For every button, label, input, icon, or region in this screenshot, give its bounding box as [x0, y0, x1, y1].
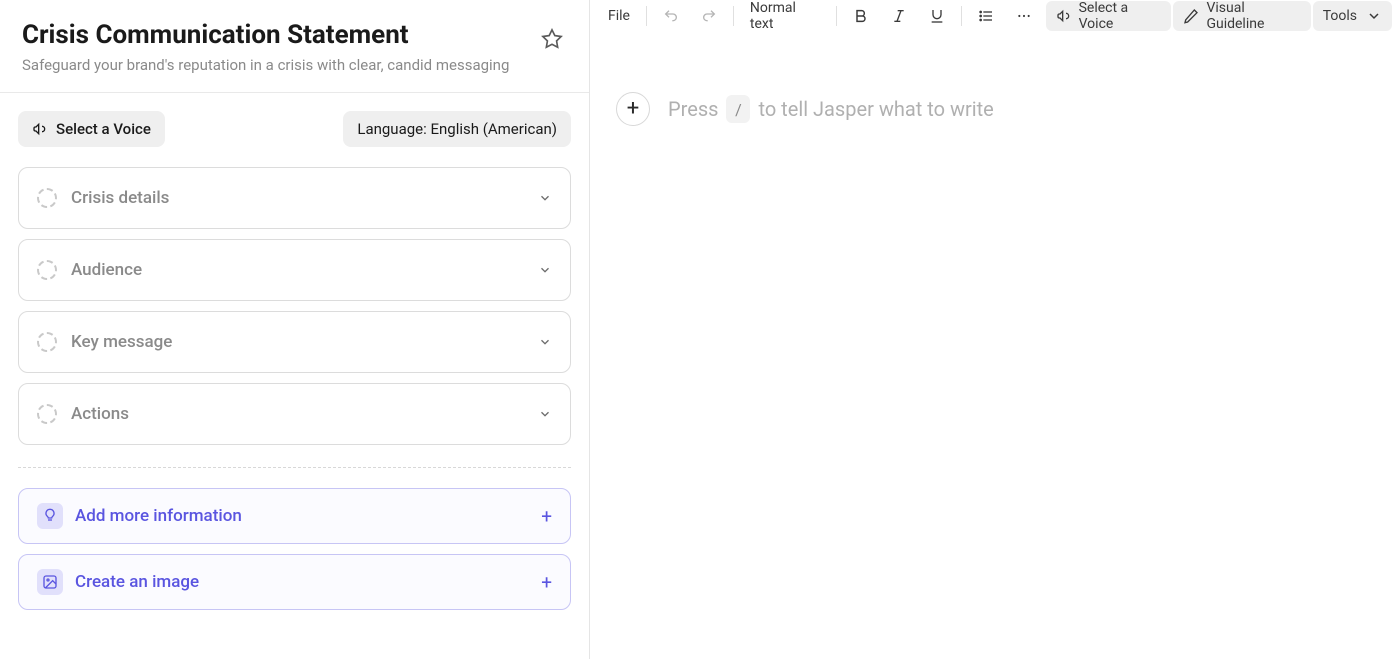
left-header: Crisis Communication Statement Safeguard… — [0, 0, 589, 93]
page-subtitle: Safeguard your brand's reputation in a c… — [22, 56, 527, 74]
image-icon — [42, 574, 58, 590]
separator — [18, 467, 571, 468]
header-text: Crisis Communication Statement Safeguard… — [22, 20, 527, 74]
editor-area[interactable]: + Press / to tell Jasper what to write — [590, 32, 1400, 659]
dashed-circle-icon — [37, 404, 57, 424]
row-top: Select a Voice Language: English (Americ… — [18, 111, 571, 147]
accordion-audience[interactable]: Audience — [18, 239, 571, 301]
toolbar-separator — [836, 6, 837, 26]
create-image-button[interactable]: Create an image + — [18, 554, 571, 610]
italic-button[interactable] — [881, 1, 917, 31]
visual-guideline-button[interactable]: Visual Guideline — [1173, 1, 1310, 31]
image-icon-box — [37, 569, 63, 595]
toolbar-select-voice[interactable]: Select a Voice — [1046, 1, 1172, 31]
language-selector[interactable]: Language: English (American) — [343, 111, 571, 147]
plus-icon: + — [541, 505, 552, 528]
toolbar-separator — [733, 6, 734, 26]
dashed-circle-icon — [37, 332, 57, 352]
editor-prompt-row: + Press / to tell Jasper what to write — [616, 92, 1370, 126]
accordion-label: Crisis details — [71, 188, 538, 208]
chevron-down-icon — [538, 335, 552, 349]
placeholder-after: to tell Jasper what to write — [758, 97, 993, 121]
megaphone-icon — [32, 121, 48, 137]
dashed-circle-icon — [37, 260, 57, 280]
bulb-icon — [42, 508, 58, 524]
accordion-label: Audience — [71, 260, 538, 280]
visual-guideline-label: Visual Guideline — [1206, 0, 1300, 32]
add-block-button[interactable]: + — [616, 92, 650, 126]
slash-key-icon: / — [726, 95, 750, 123]
accordion-label: Actions — [71, 404, 538, 424]
left-panel: Crisis Communication Statement Safeguard… — [0, 0, 590, 659]
add-info-label: Add more information — [75, 506, 541, 526]
chevron-down-icon — [538, 263, 552, 277]
redo-button[interactable] — [691, 1, 727, 31]
accordion-actions[interactable]: Actions — [18, 383, 571, 445]
page-title: Crisis Communication Statement — [22, 20, 527, 50]
create-image-label: Create an image — [75, 572, 541, 592]
bold-button[interactable] — [843, 1, 879, 31]
editor-toolbar: File Normal text — [590, 0, 1400, 32]
add-more-information-button[interactable]: Add more information + — [18, 488, 571, 544]
language-label: Language: English (American) — [357, 120, 557, 138]
plus-icon: + — [541, 571, 552, 594]
toolbar-separator — [646, 6, 647, 26]
chevron-down-icon — [1366, 8, 1382, 24]
accordion-crisis-details[interactable]: Crisis details — [18, 167, 571, 229]
accordion-label: Key message — [71, 332, 538, 352]
file-label: File — [608, 8, 630, 24]
right-panel: File Normal text — [590, 0, 1400, 659]
tools-dropdown[interactable]: Tools — [1313, 1, 1392, 31]
file-menu[interactable]: File — [598, 1, 640, 31]
underline-button[interactable] — [919, 1, 955, 31]
placeholder-before: Press — [668, 97, 718, 121]
left-body: Select a Voice Language: English (Americ… — [0, 93, 589, 620]
tools-label: Tools — [1323, 8, 1357, 24]
toolbar-separator — [961, 6, 962, 26]
text-style-label: Normal text — [750, 0, 820, 32]
chevron-down-icon — [538, 407, 552, 421]
list-button[interactable] — [968, 1, 1004, 31]
chevron-down-icon — [538, 191, 552, 205]
dashed-circle-icon — [37, 188, 57, 208]
favorite-button[interactable] — [537, 24, 567, 54]
select-voice-label: Select a Voice — [56, 120, 151, 138]
undo-button[interactable] — [653, 1, 689, 31]
text-style-dropdown[interactable]: Normal text — [740, 1, 830, 31]
toolbar-voice-label: Select a Voice — [1079, 0, 1162, 32]
editor-placeholder: Press / to tell Jasper what to write — [668, 95, 994, 123]
star-icon — [541, 28, 563, 50]
brush-icon — [1183, 8, 1199, 24]
megaphone-icon — [1056, 8, 1072, 24]
more-button[interactable] — [1006, 1, 1042, 31]
accordion-key-message[interactable]: Key message — [18, 311, 571, 373]
bulb-icon-box — [37, 503, 63, 529]
select-voice-button[interactable]: Select a Voice — [18, 111, 165, 147]
